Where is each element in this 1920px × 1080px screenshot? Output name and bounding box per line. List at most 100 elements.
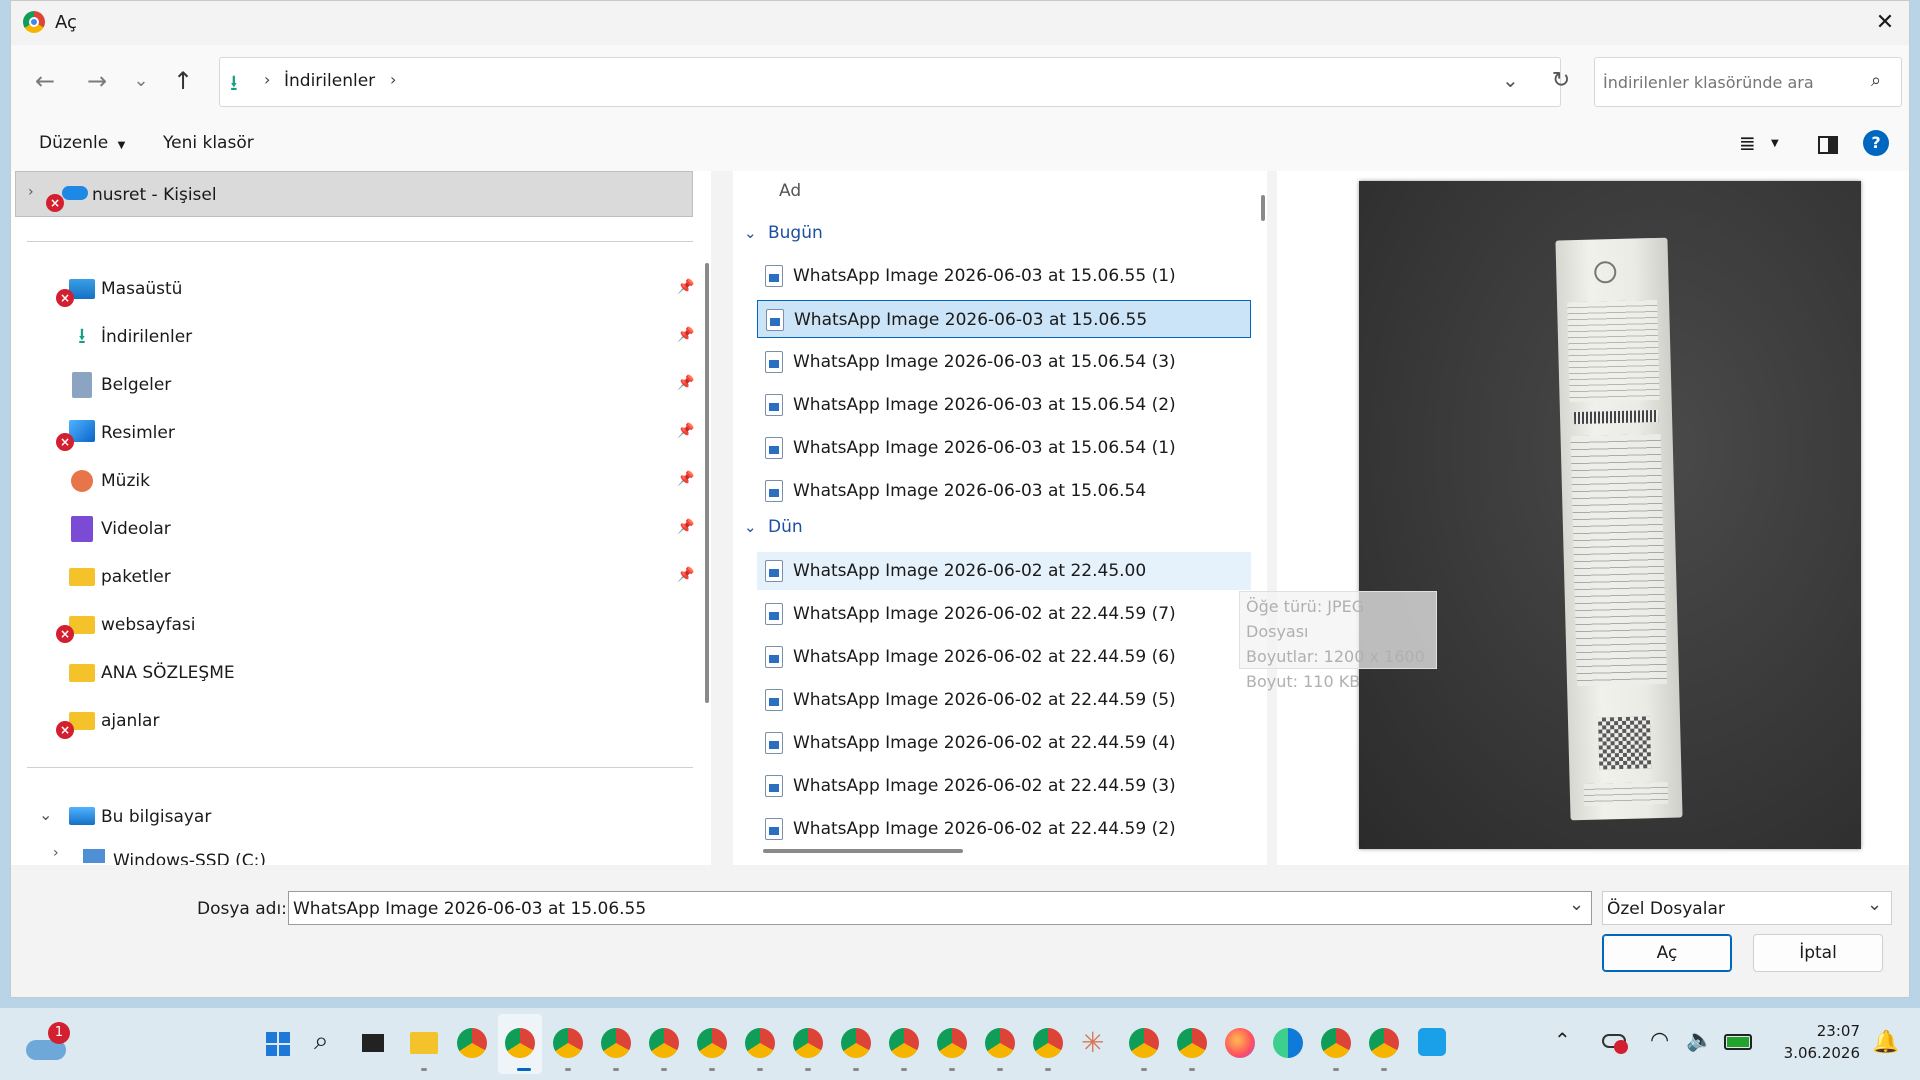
file-row[interactable]: WhatsApp Image 2026-06-02 at 22.44.59 (6… [757, 638, 1251, 676]
recent-locations-button[interactable]: ⌄ [121, 61, 161, 101]
chrome-profile-icon[interactable] [1129, 1028, 1159, 1058]
pane-splitter[interactable] [711, 171, 733, 865]
file-row[interactable]: WhatsApp Image 2026-06-03 at 15.06.54 [757, 472, 1251, 510]
filetype-select[interactable]: Özel Dosyalar ⌄ [1602, 891, 1892, 925]
sidebar-item-documents[interactable]: Belgeler 📌 [29, 363, 701, 407]
chrome-profile-icon[interactable] [889, 1028, 919, 1058]
chrome-profile-icon[interactable] [553, 1028, 583, 1058]
chrome-profile-icon[interactable] [697, 1028, 727, 1058]
file-row[interactable]: WhatsApp Image 2026-06-02 at 22.44.59 (3… [757, 767, 1251, 805]
chrome-profile-icon[interactable] [1321, 1028, 1351, 1058]
horizontal-scrollbar-thumb[interactable] [763, 849, 963, 853]
file-row[interactable]: WhatsApp Image 2026-06-03 at 15.06.55 (1… [757, 257, 1251, 295]
task-view-button[interactable] [362, 1034, 384, 1052]
chevron-down-icon[interactable]: ⌄ [39, 805, 52, 824]
chevron-right-icon[interactable]: › [53, 845, 59, 861]
sidebar-item-downloads[interactable]: ⭳ İndirilenler 📌 [29, 315, 701, 359]
sidebar-item-paketler[interactable]: paketler 📌 [29, 555, 701, 599]
volume-icon[interactable]: 🔈 [1686, 1028, 1713, 1053]
file-row[interactable]: WhatsApp Image 2026-06-03 at 15.06.54 (2… [757, 386, 1251, 424]
file-row[interactable]: WhatsApp Image 2026-06-02 at 22.44.59 (5… [757, 681, 1251, 719]
chrome-profile-icon[interactable] [649, 1028, 679, 1058]
clock[interactable]: 23:07 3.06.2026 [1776, 1020, 1860, 1064]
sidebar-item-websayfasi[interactable]: × websayfasi [29, 603, 701, 647]
file-row-selected[interactable]: WhatsApp Image 2026-06-03 at 15.06.55 [757, 300, 1251, 338]
chevron-down-icon[interactable]: ⌄ [1569, 894, 1584, 915]
file-row[interactable]: WhatsApp Image 2026-06-02 at 22.44.59 (2… [757, 810, 1251, 844]
start-button[interactable] [266, 1032, 290, 1056]
onedrive-error-tray-icon[interactable] [1602, 1034, 1628, 1054]
sidebar-scrollbar-thumb[interactable] [705, 263, 709, 703]
file-explorer-button[interactable] [410, 1032, 438, 1054]
chrome-profile-icon[interactable] [1177, 1028, 1207, 1058]
firefox-icon[interactable] [1225, 1028, 1255, 1058]
group-header-today[interactable]: ⌄ Bugün [744, 223, 823, 253]
pin-icon[interactable]: 📌 [677, 519, 694, 535]
show-hidden-icons-button[interactable]: ⌃ [1554, 1028, 1571, 1052]
breadcrumb-downloads[interactable]: İndirilenler [284, 71, 375, 91]
edge-icon[interactable] [1273, 1028, 1303, 1058]
chrome-profile-icon[interactable] [841, 1028, 871, 1058]
chrome-profile-icon[interactable] [1033, 1028, 1063, 1058]
sidebar-item-this-pc[interactable]: ⌄ Bu bilgisayar [29, 795, 701, 839]
weather-widget[interactable]: 1 [26, 1022, 70, 1066]
battery-icon[interactable] [1724, 1034, 1752, 1050]
close-button[interactable]: ✕ [1867, 7, 1903, 39]
refresh-button[interactable]: ↻ [1541, 57, 1581, 107]
chrome-profile-icon[interactable] [1369, 1028, 1399, 1058]
sidebar-item-music[interactable]: Müzik 📌 [29, 459, 701, 503]
search-icon[interactable]: ⌕ [1871, 70, 1881, 91]
up-button[interactable]: ↑ [163, 61, 203, 101]
speedtest-app-icon[interactable] [1418, 1028, 1446, 1056]
filename-combobox[interactable]: WhatsApp Image 2026-06-03 at 15.06.55 ⌄ [288, 891, 1592, 925]
group-header-yesterday[interactable]: ⌄ Dün [744, 517, 803, 547]
chrome-profile-icon[interactable] [937, 1028, 967, 1058]
column-header-name[interactable]: Ad [779, 181, 801, 201]
pane-splitter[interactable] [1267, 171, 1277, 865]
file-row[interactable]: WhatsApp Image 2026-06-02 at 22.44.59 (7… [757, 595, 1251, 633]
pin-icon[interactable]: 📌 [677, 567, 694, 583]
forward-button[interactable]: → [77, 61, 117, 101]
file-row-hover[interactable]: WhatsApp Image 2026-06-02 at 22.45.00 [757, 552, 1251, 590]
wifi-icon[interactable]: ◠ [1650, 1028, 1669, 1053]
sidebar-item-drive-c[interactable]: › Windows-SSD (C:) [29, 841, 701, 865]
sidebar-item-desktop[interactable]: × Masaüstü 📌 [29, 267, 701, 311]
organize-menu-button[interactable]: Düzenle ▼ [39, 133, 125, 157]
preview-pane-button[interactable] [1811, 129, 1843, 161]
download-icon: ⭳ [230, 71, 238, 96]
file-list-scrollbar-thumb[interactable] [1261, 195, 1265, 221]
cancel-button[interactable]: İptal [1753, 934, 1883, 972]
sidebar-item-videos[interactable]: Videolar 📌 [29, 507, 701, 551]
pin-icon[interactable]: 📌 [677, 327, 694, 343]
sidebar-item-ana-sozlesme[interactable]: ANA SÖZLEŞME [29, 651, 701, 695]
help-button[interactable]: ? [1863, 130, 1889, 156]
pin-icon[interactable]: 📌 [677, 375, 694, 391]
taskbar-search-button[interactable]: ⌕ [314, 1026, 329, 1057]
open-button[interactable]: Aç [1602, 934, 1732, 972]
address-history-dropdown-icon[interactable]: ⌄ [1502, 68, 1519, 92]
chrome-profile-icon[interactable] [505, 1028, 535, 1058]
pin-icon[interactable]: 📌 [677, 423, 694, 439]
notifications-button[interactable]: 🔔 [1872, 1030, 1899, 1055]
address-bar[interactable]: ⭳ › İndirilenler › ⌄ [219, 57, 1561, 107]
search-input[interactable] [1603, 68, 1853, 96]
back-button[interactable]: ← [25, 61, 65, 101]
file-row[interactable]: WhatsApp Image 2026-06-03 at 15.06.54 (3… [757, 343, 1251, 381]
sidebar-item-onedrive[interactable]: › × nusret - Kişisel [15, 171, 693, 217]
chevron-right-icon[interactable]: › [28, 184, 34, 200]
chrome-profile-icon[interactable] [745, 1028, 775, 1058]
filename-input[interactable]: WhatsApp Image 2026-06-03 at 15.06.55 [293, 899, 646, 919]
file-row[interactable]: WhatsApp Image 2026-06-03 at 15.06.54 (1… [757, 429, 1251, 467]
claude-app-icon[interactable]: ✳ [1081, 1026, 1104, 1059]
chrome-profile-icon[interactable] [985, 1028, 1015, 1058]
chrome-icon[interactable] [457, 1028, 487, 1058]
chrome-profile-icon[interactable] [793, 1028, 823, 1058]
sidebar-item-pictures[interactable]: × Resimler 📌 [29, 411, 701, 455]
pin-icon[interactable]: 📌 [677, 279, 694, 295]
file-row[interactable]: WhatsApp Image 2026-06-02 at 22.44.59 (4… [757, 724, 1251, 762]
new-folder-button[interactable]: Yeni klasör [163, 133, 254, 157]
view-options-button[interactable]: ≣ ▼ [1733, 129, 1789, 161]
pin-icon[interactable]: 📌 [677, 471, 694, 487]
sidebar-item-ajanlar[interactable]: × ajanlar [29, 699, 701, 743]
chrome-profile-icon[interactable] [601, 1028, 631, 1058]
